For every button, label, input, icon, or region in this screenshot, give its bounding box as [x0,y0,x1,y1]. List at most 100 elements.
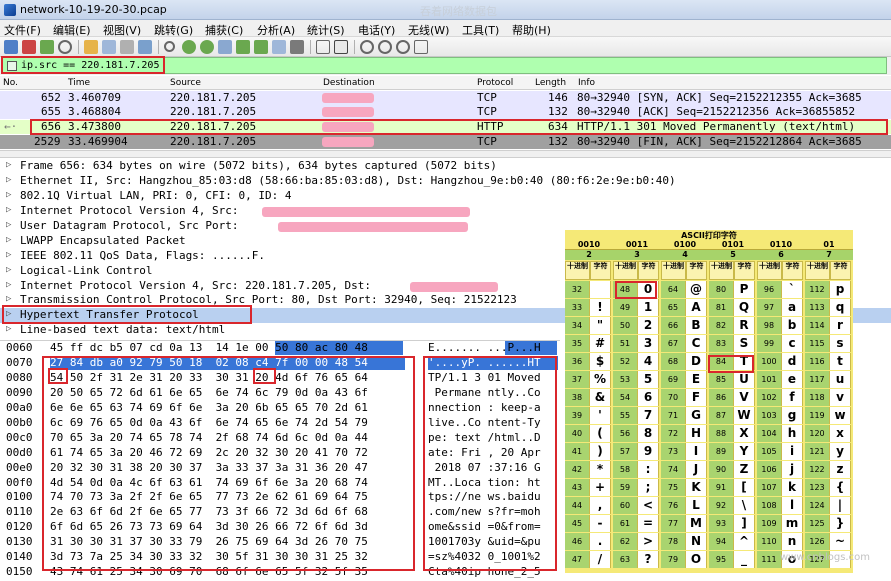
ascii-char-cell: g [782,407,803,424]
ascii-decimal-cell: 51 [613,335,638,352]
ascii-char-cell: b [782,317,803,334]
ascii-char-cell: U [734,371,755,388]
ascii-binary-header: 0010 [565,240,613,250]
ascii-char-cell: * [590,461,611,478]
zoom-in-icon[interactable] [360,40,374,54]
ascii-decimal-cell: 92 [709,497,734,514]
open-folder-icon[interactable] [84,40,98,54]
menu-capture[interactable]: 捕获(C) [205,22,243,38]
ascii-decimal-cell: 46 [565,533,590,550]
detail-vlan[interactable]: ▷ 802.1Q Virtual LAN, PRI: 0, CFI: 0, ID:… [0,189,891,204]
menu-tools[interactable]: 工具(T) [462,22,499,38]
ascii-char-cell: t [830,353,851,370]
ascii-char-cell: w [830,407,851,424]
ascii-decimal-cell: 52 [613,353,638,370]
stop-icon[interactable] [22,40,36,54]
view-list-icon[interactable] [316,40,330,54]
ascii-char-cell: J [686,461,707,478]
menu-analyze[interactable]: 分析(A) [257,22,295,38]
first-packet-icon[interactable] [236,40,250,54]
goto-packet-icon[interactable] [218,40,232,54]
packet-row-655[interactable]: 655 3.468804 220.181.7.205 TCP 132 80→32… [0,105,891,119]
ascii-char-0-highlight [615,281,657,299]
ascii-decimal-cell: 94 [709,533,734,550]
save-file-icon[interactable] [102,40,116,54]
column-length[interactable]: Length [535,78,566,88]
menu-statistics[interactable]: 统计(S) [307,22,345,38]
ascii-char-cell: ~ [830,533,851,550]
ascii-decimal-cell: 72 [661,425,686,442]
colorize-icon[interactable] [290,40,304,54]
ascii-decimal-cell: 104 [757,425,782,442]
column-protocol[interactable]: Protocol [477,78,513,88]
ascii-decimal-cell: 37 [565,371,590,388]
toolbar-separator [354,40,355,54]
menu-file[interactable]: 文件(F) [4,22,41,38]
back-arrow-icon[interactable] [182,40,196,54]
ascii-char-cell: 1 [638,299,659,316]
resize-columns-icon[interactable] [414,40,428,54]
autosize-icon[interactable] [334,40,348,54]
detail-frame[interactable]: ▷ Frame 656: 634 bytes on wire (5072 bits… [0,159,891,174]
ascii-char-cell: ` [782,281,803,298]
ascii-char-cell: 4 [638,353,659,370]
column-destination[interactable]: Destination [323,78,375,88]
ascii-char-cell: r [830,317,851,334]
ascii-char-cell: S [734,335,755,352]
ascii-decimal-cell: 98 [757,317,782,334]
packet-list-scrollbar[interactable] [0,150,891,158]
ascii-column-number: 2 [565,250,613,260]
find-magnifier-icon[interactable] [164,41,175,52]
zoom-out-icon[interactable] [378,40,392,54]
ascii-decimal-cell: 99 [757,335,782,352]
ascii-char-cell: W [734,407,755,424]
ascii-char-cell: X [734,425,755,442]
ascii-char-cell: x [830,425,851,442]
packet-row-652[interactable]: 652 3.460709 220.181.7.205 TCP 146 80→32… [0,91,891,105]
ascii-decimal-cell: 77 [661,515,686,532]
restart-icon[interactable] [40,40,54,54]
ascii-decimal-cell: 115 [805,335,830,352]
menu-go[interactable]: 跳转(G) [154,22,193,38]
ascii-decimal-cell: 108 [757,497,782,514]
column-info[interactable]: Info [578,78,595,88]
zoom-reset-icon[interactable] [396,40,410,54]
wireshark-app-icon [4,4,16,16]
detail-ethernet[interactable]: ▷ Ethernet II, Src: Hangzhou_85:03:d8 (58… [0,174,891,189]
shark-fin-icon[interactable] [4,40,18,54]
last-packet-icon[interactable] [254,40,268,54]
ascii-binary-header: 0101 [709,240,757,250]
menu-wireless[interactable]: 无线(W) [408,22,449,38]
ascii-char-cell: n [782,533,803,550]
packet-row-2529[interactable]: 2529 33.469904 220.181.7.205 TCP 132 80→… [0,135,891,149]
ascii-char-cell: ? [638,551,659,568]
column-no[interactable]: No. [3,78,18,88]
ascii-char-cell: B [686,317,707,334]
reload-icon[interactable] [138,40,152,54]
filter-highlight-box [1,56,165,74]
menu-view[interactable]: 视图(V) [103,22,141,38]
ascii-sub-header: 十进制 [805,261,830,280]
menu-edit[interactable]: 编辑(E) [53,22,91,38]
close-file-icon[interactable] [120,40,134,54]
column-source[interactable]: Source [170,78,201,88]
ascii-char-cell: { [830,479,851,496]
autoscroll-icon[interactable] [272,40,286,54]
ascii-decimal-cell: 90 [709,461,734,478]
ascii-decimal-cell: 61 [613,515,638,532]
ascii-decimal-cell: 57 [613,443,638,460]
options-gear-icon[interactable] [58,40,72,54]
ascii-sub-header: 十进制 [757,261,782,280]
menu-help[interactable]: 帮助(H) [512,22,551,38]
column-time[interactable]: Time [68,78,90,88]
ascii-decimal-cell: 38 [565,389,590,406]
ascii-char-cell: V [734,389,755,406]
ascii-char-cell: = [638,515,659,532]
forward-arrow-icon[interactable] [200,40,214,54]
ascii-decimal-cell: 82 [709,317,734,334]
menu-telephony[interactable]: 电话(Y) [358,22,395,38]
ascii-char-cell: C [686,335,707,352]
ascii-column-number: 3 [613,250,661,260]
ascii-decimal-cell: 80 [709,281,734,298]
ascii-decimal-cell: 124 [805,497,830,514]
